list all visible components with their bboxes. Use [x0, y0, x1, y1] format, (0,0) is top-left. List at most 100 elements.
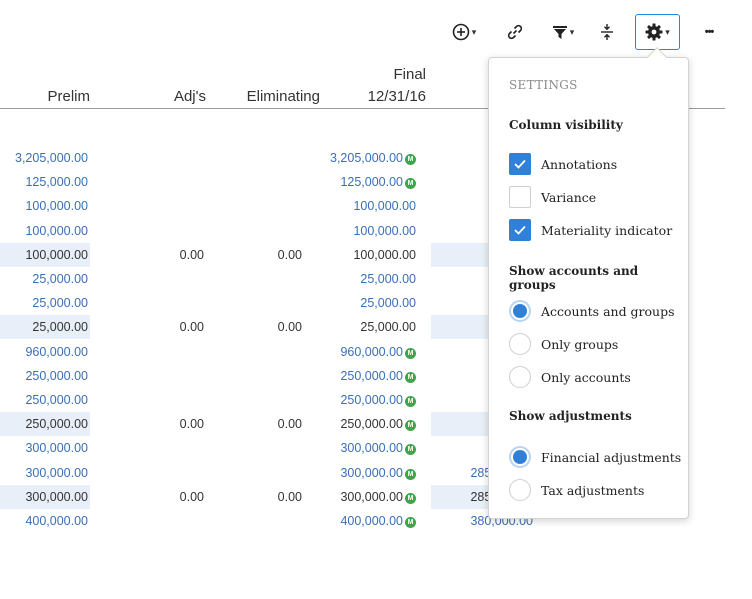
materiality-indicator-icon[interactable]: M	[405, 371, 416, 383]
cell-prelim[interactable]: 25,000.00	[0, 291, 90, 315]
cell-eliminating	[230, 364, 304, 388]
show-accounts-heading: Show accounts and groups	[509, 264, 639, 292]
cell-prelim[interactable]: 960,000.00	[0, 340, 90, 364]
more-options-button[interactable]: •••	[694, 14, 724, 50]
accounts-and-groups-radio[interactable]: Accounts and groups	[509, 299, 675, 323]
filter-button[interactable]: ▾	[545, 14, 581, 50]
cell-final-value: 300,000.00	[340, 441, 403, 456]
cell-final-value: 250,000.00	[340, 368, 403, 383]
cell-final[interactable]: 400,000.00 M	[312, 509, 418, 533]
cell-final[interactable]: 250,000.00 M	[312, 364, 418, 388]
cell-final[interactable]: 960,000.00 M	[312, 340, 418, 364]
cell-eliminating-value: 0.00	[277, 417, 302, 432]
cell-final[interactable]: 125,000.00 M	[312, 170, 418, 194]
cell-prelim[interactable]: 3,205,000.00	[0, 146, 90, 170]
link-button[interactable]	[500, 14, 530, 50]
column-header-final[interactable]: Final	[330, 66, 426, 83]
cell-prelim[interactable]: 125,000.00	[0, 170, 90, 194]
radio-unselected-icon	[509, 333, 531, 355]
cell-adjustments: 0.00	[130, 315, 206, 339]
only-accounts-radio[interactable]: Only accounts	[509, 365, 631, 389]
compress-rows-button[interactable]	[594, 14, 620, 50]
cell-prelim[interactable]: 25,000.00	[0, 267, 90, 291]
cell-eliminating	[230, 146, 304, 170]
cell-adjustments	[130, 509, 206, 533]
column-header-adjustments[interactable]: Adj's	[130, 88, 206, 105]
materiality-indicator-icon[interactable]: M	[405, 178, 416, 190]
cell-final-value: 25,000.00	[360, 320, 416, 335]
cell-eliminating: 0.00	[230, 243, 304, 267]
cell-prelim[interactable]: 100,000.00	[0, 219, 90, 243]
cell-prelim[interactable]: 250,000.00	[0, 388, 90, 412]
materiality-indicator-label: Materiality indicator	[541, 222, 673, 238]
tax-adjustments-label: Tax adjustments	[541, 482, 645, 498]
cell-prelim[interactable]: 300,000.00	[0, 436, 90, 460]
cell-final[interactable]: 25,000.00	[312, 291, 418, 315]
cell-final[interactable]: 100,000.00	[312, 194, 418, 218]
cell-final[interactable]: 300,000.00 M	[312, 461, 418, 485]
cell-prelim-value: 100,000.00	[25, 247, 88, 262]
financial-adjustments-radio[interactable]: Financial adjustments	[509, 445, 681, 469]
cell-final[interactable]: 25,000.00	[312, 267, 418, 291]
materiality-indicator-icon[interactable]: M	[405, 420, 416, 432]
cell-prelim: 25,000.00	[0, 315, 90, 340]
cell-prelim[interactable]: 250,000.00	[0, 364, 90, 388]
cell-prelim-value: 25,000.00	[32, 320, 88, 335]
filter-icon	[552, 26, 567, 39]
cell-prelim-value: 250,000.00	[25, 368, 88, 383]
annotations-checkbox[interactable]: Annotations	[509, 152, 617, 176]
cell-final-value: 300,000.00	[340, 489, 403, 504]
cell-eliminating	[230, 461, 304, 485]
cell-final-value: 25,000.00	[360, 272, 416, 286]
variance-checkbox[interactable]: Variance	[509, 185, 596, 209]
materiality-indicator-icon[interactable]: M	[405, 517, 416, 528]
cell-final[interactable]: 100,000.00	[312, 219, 418, 243]
cell-final[interactable]: 250,000.00 M	[312, 388, 418, 412]
settings-button[interactable]: ▾	[635, 14, 680, 50]
cell-adjustments	[130, 194, 206, 218]
accounts-and-groups-label: Accounts and groups	[541, 303, 675, 319]
toolbar: ▾ ▾ ▾ •••	[0, 0, 752, 60]
cell-final[interactable]: 3,205,000.00 M	[312, 146, 418, 170]
cell-final-value: 100,000.00	[353, 247, 416, 262]
cell-eliminating	[230, 340, 304, 364]
cell-prelim-value: 125,000.00	[25, 175, 88, 190]
column-header-eliminating[interactable]: Eliminating	[222, 88, 320, 105]
cell-prelim-value: 300,000.00	[25, 489, 88, 504]
cell-prelim-value: 25,000.00	[32, 272, 88, 286]
materiality-indicator-checkbox[interactable]: Materiality indicator	[509, 218, 672, 242]
cell-adjustments	[130, 364, 206, 388]
cell-adjustments: 0.00	[130, 243, 206, 267]
materiality-indicator-icon[interactable]: M	[405, 347, 416, 359]
cell-adjustments-value: 0.00	[179, 417, 204, 432]
cell-eliminating	[230, 194, 304, 218]
cell-adjustments	[130, 291, 206, 315]
cell-final-value: 400,000.00	[340, 514, 403, 528]
cell-prelim[interactable]: 100,000.00	[0, 194, 90, 218]
cell-prelim-value: 300,000.00	[25, 441, 88, 456]
add-button[interactable]: ▾	[446, 14, 482, 50]
cell-prelim-value: 300,000.00	[25, 465, 88, 480]
cell-prelim[interactable]: 300,000.00	[0, 461, 90, 485]
cell-eliminating	[230, 170, 304, 194]
cell-final-value: 3,205,000.00	[330, 151, 403, 165]
materiality-indicator-icon[interactable]: M	[405, 492, 416, 504]
tax-adjustments-radio[interactable]: Tax adjustments	[509, 478, 644, 502]
checkbox-checked-icon	[509, 153, 531, 175]
cell-adjustments	[130, 436, 206, 460]
column-header-final-date: 12/31/16	[367, 88, 426, 105]
materiality-indicator-icon[interactable]: M	[405, 396, 416, 407]
materiality-indicator-icon[interactable]: M	[405, 468, 416, 480]
cell-prelim-value: 250,000.00	[25, 393, 88, 407]
materiality-indicator-icon[interactable]: M	[405, 444, 416, 456]
cell-prelim: 100,000.00	[0, 242, 90, 267]
only-groups-radio[interactable]: Only groups	[509, 332, 618, 356]
cell-final[interactable]: 300,000.00 M	[312, 436, 418, 460]
cell-prelim-value: 250,000.00	[25, 417, 88, 432]
materiality-indicator-icon[interactable]: M	[405, 154, 416, 165]
radio-unselected-icon	[509, 366, 531, 388]
cell-eliminating	[230, 291, 304, 315]
cell-prelim[interactable]: 400,000.00	[0, 509, 90, 533]
cell-prelim-value: 3,205,000.00	[15, 151, 88, 165]
column-header-prelim[interactable]: Prelim	[0, 88, 90, 105]
